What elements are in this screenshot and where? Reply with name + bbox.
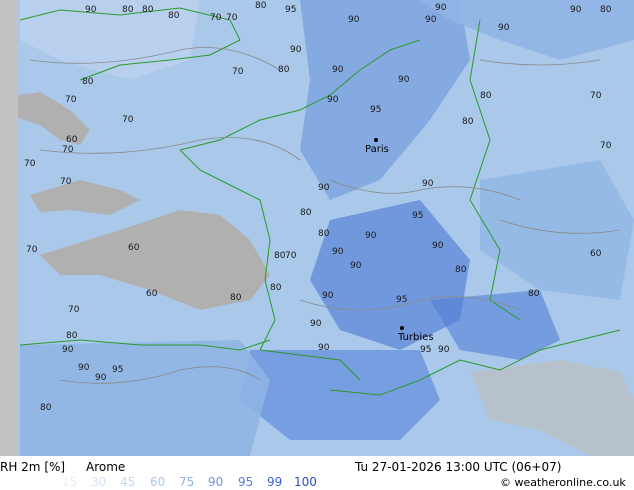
contour-label: 90 bbox=[425, 15, 437, 25]
relative-humidity-map: Paris Turbies 90 80 80 80 70 70 80 95 90… bbox=[0, 0, 634, 456]
contour-label: 90 bbox=[432, 241, 444, 251]
valid-time-label: Tu 27-01-2026 13:00 UTC (06+07) bbox=[355, 460, 562, 474]
legend-value: 90 bbox=[208, 475, 224, 489]
contour-label: 60 bbox=[590, 249, 602, 259]
contour-label: 70 bbox=[590, 91, 602, 101]
map-footer: RH 2m [%] Arome Tu 27-01-2026 13:00 UTC … bbox=[0, 456, 634, 490]
legend-value: 15 bbox=[62, 475, 78, 489]
contour-label: 80 bbox=[480, 91, 492, 101]
contour-label: 90 bbox=[327, 95, 339, 105]
contour-label: 90 bbox=[398, 75, 410, 85]
contour-label: 80 bbox=[278, 65, 290, 75]
contour-label: 90 bbox=[310, 319, 322, 329]
contour-label: 90 bbox=[570, 5, 582, 15]
contour-label: 70 bbox=[65, 95, 77, 105]
contour-label: 70 bbox=[285, 251, 297, 261]
contour-label: 95 bbox=[370, 105, 381, 115]
city-dot-turbies bbox=[400, 326, 404, 330]
contour-label: 95 bbox=[112, 365, 123, 375]
contour-label: 80 bbox=[230, 293, 242, 303]
contour-label: 60 bbox=[66, 135, 78, 145]
contour-label: 90 bbox=[438, 345, 450, 355]
contour-label: 90 bbox=[498, 23, 510, 33]
contour-label: 80 bbox=[82, 77, 94, 87]
contour-label: 90 bbox=[318, 343, 330, 353]
legend-value: 99 bbox=[267, 475, 283, 489]
contour-label: 80 bbox=[462, 117, 474, 127]
contour-label: 80 bbox=[600, 5, 612, 15]
land-cornwall bbox=[18, 92, 90, 145]
weather-map-view: Paris Turbies 90 80 80 80 70 70 80 95 90… bbox=[0, 0, 634, 490]
contour-label: 90 bbox=[322, 291, 334, 301]
contour-label: 70 bbox=[68, 305, 80, 315]
contour-label: 90 bbox=[62, 345, 74, 355]
contour-label: 70 bbox=[122, 115, 134, 125]
contour-label: 70 bbox=[600, 141, 612, 151]
contour-label: 90 bbox=[85, 5, 97, 15]
contour-label: 90 bbox=[422, 179, 434, 189]
contour-label: 70 bbox=[60, 177, 72, 187]
contour-label: 80 bbox=[318, 229, 330, 239]
contour-label: 80 bbox=[255, 1, 267, 11]
model-label: Arome bbox=[86, 460, 126, 474]
contour-label: 70 bbox=[210, 13, 222, 23]
contour-label: 95 bbox=[285, 5, 296, 15]
land-brittany bbox=[30, 180, 140, 215]
legend-value: 30 bbox=[91, 475, 107, 489]
contour-label: 95 bbox=[396, 295, 407, 305]
legend-value: 45 bbox=[120, 475, 136, 489]
contour-label: 70 bbox=[62, 145, 74, 155]
city-label-paris: Paris bbox=[365, 144, 389, 155]
contour-label: 60 bbox=[128, 243, 140, 253]
contour-label: 70 bbox=[232, 67, 244, 77]
contour-label: 90 bbox=[332, 65, 344, 75]
contour-label: 90 bbox=[78, 363, 90, 373]
zone-very-high-center bbox=[310, 200, 470, 350]
parameter-label: RH 2m [%] bbox=[0, 460, 66, 474]
contour-label: 80 bbox=[274, 251, 286, 261]
legend-value: 60 bbox=[150, 475, 166, 489]
map-graphic: Paris Turbies 90 80 80 80 70 70 80 95 90… bbox=[18, 0, 634, 456]
contour-label: 90 bbox=[365, 231, 377, 241]
contour-label: 70 bbox=[24, 159, 36, 169]
contour-label: 90 bbox=[348, 15, 360, 25]
contour-label: 90 bbox=[95, 373, 107, 383]
contour-label: 80 bbox=[455, 265, 467, 275]
contour-label: 80 bbox=[40, 403, 52, 413]
contour-label: 80 bbox=[142, 5, 154, 15]
contour-label: 90 bbox=[332, 247, 344, 257]
contour-label: 90 bbox=[435, 3, 447, 13]
border-east bbox=[469, 19, 521, 321]
contour-label: 80 bbox=[168, 11, 180, 21]
legend-value: 95 bbox=[238, 475, 254, 489]
zone-very-high-south bbox=[240, 350, 440, 440]
contour-label: 80 bbox=[270, 283, 282, 293]
contour-label: 95 bbox=[412, 211, 423, 221]
legend-value: 75 bbox=[179, 475, 195, 489]
contour-label: 70 bbox=[226, 13, 238, 23]
zone-alps bbox=[480, 160, 634, 300]
city-label-turbies: Turbies bbox=[397, 332, 434, 343]
legend-value: 100 bbox=[294, 475, 317, 489]
land-mediterranean bbox=[470, 360, 634, 456]
contour-label: 60 bbox=[146, 289, 158, 299]
zone-high-north bbox=[300, 0, 470, 200]
contour-label: 90 bbox=[350, 261, 362, 271]
contour-label: 80 bbox=[300, 208, 312, 218]
contour-label: 80 bbox=[66, 331, 78, 341]
credit-link[interactable]: © weatheronline.co.uk bbox=[500, 476, 626, 489]
zone-spain-north bbox=[20, 340, 270, 456]
contour-label: 80 bbox=[528, 289, 540, 299]
contour-label: 70 bbox=[26, 245, 38, 255]
contour-label: 90 bbox=[290, 45, 302, 55]
contour-label: 80 bbox=[122, 5, 134, 15]
left-edge-strip bbox=[0, 0, 18, 456]
contour-label: 90 bbox=[318, 183, 330, 193]
city-dot-paris bbox=[374, 138, 378, 142]
contour-label: 95 bbox=[420, 345, 431, 355]
